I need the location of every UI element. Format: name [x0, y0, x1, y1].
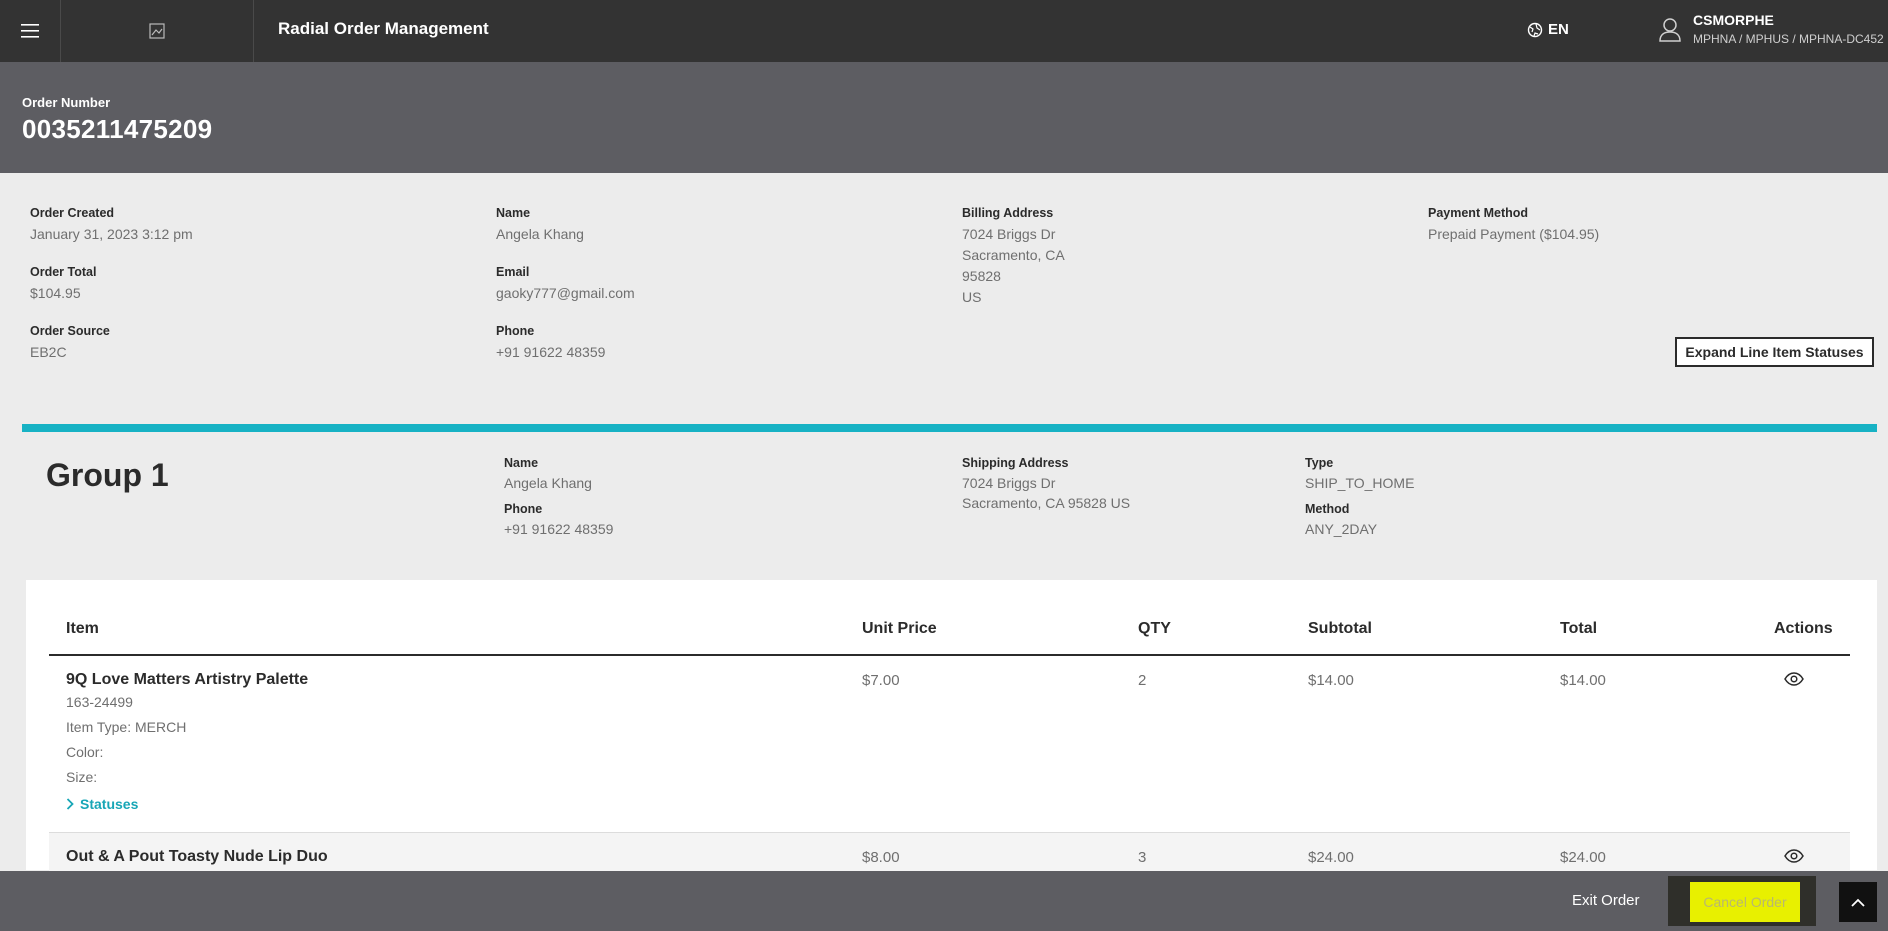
language-label: EN	[1548, 21, 1569, 38]
group-name-field: Name Angela Khang	[504, 456, 592, 493]
shipping-address-line1: 7024 Briggs Dr	[962, 475, 1056, 491]
group-title: Group 1	[46, 457, 169, 493]
language-selector[interactable]: EN	[1527, 21, 1569, 38]
line-item-unit-price: $8.00	[862, 849, 900, 866]
customer-name-field: Name Angela Khang	[496, 206, 584, 245]
customer-email-value: gaoky777@gmail.com	[496, 285, 635, 301]
shipping-address-line2: Sacramento, CA 95828 US	[962, 495, 1131, 511]
billing-address-line2: Sacramento, CA	[962, 247, 1065, 263]
group-phone-label: Phone	[504, 502, 543, 516]
order-total-field: Order Total $104.95	[30, 265, 96, 304]
shipping-address-label: Shipping Address	[962, 456, 1069, 470]
column-header-qty: QTY	[1138, 620, 1171, 637]
cancel-order-button[interactable]: Cancel Order	[1690, 882, 1800, 922]
order-number: 0035211475209	[22, 114, 213, 144]
line-item-size: Size:	[66, 769, 98, 785]
expand-line-item-statuses-button[interactable]: Expand Line Item Statuses	[1675, 337, 1874, 367]
billing-address-line4: US	[962, 289, 982, 305]
shipping-type-value: SHIP_TO_HOME	[1305, 475, 1415, 491]
menu-button[interactable]	[0, 0, 61, 62]
order-header: Order Number 0035211475209	[0, 62, 1888, 173]
shipping-address-field: Shipping Address 7024 Briggs Dr Sacramen…	[962, 456, 1130, 513]
shipping-method-value: ANY_2DAY	[1305, 521, 1378, 537]
line-item-sku: 163-24499	[66, 694, 133, 710]
logo[interactable]	[61, 0, 254, 62]
customer-phone-value: +91 91622 48359	[496, 344, 606, 360]
group-phone-value: +91 91622 48359	[504, 521, 614, 537]
payment-method-value: Prepaid Payment ($104.95)	[1428, 226, 1600, 242]
order-summary	[0, 173, 1888, 393]
chevron-right-icon	[66, 798, 74, 810]
order-source-field: Order Source EB2C	[30, 324, 110, 363]
shipping-method-label: Method	[1305, 502, 1350, 516]
order-number-label: Order Number	[22, 95, 111, 110]
statuses-toggle[interactable]: Statuses	[66, 796, 138, 812]
order-total-label: Order Total	[30, 265, 97, 279]
order-source-label: Order Source	[30, 324, 110, 338]
view-eye-icon[interactable]	[1784, 672, 1804, 686]
customer-phone-field: Phone +91 91622 48359	[496, 324, 605, 363]
group-name-value: Angela Khang	[504, 475, 592, 491]
payment-method-field: Payment Method Prepaid Payment ($104.95)	[1428, 206, 1599, 245]
line-item-qty: 3	[1138, 849, 1147, 866]
line-item-total: $24.00	[1560, 849, 1606, 866]
billing-address-line3: 95828	[962, 268, 1001, 284]
scroll-to-top-button[interactable]	[1839, 882, 1877, 922]
view-eye-icon[interactable]	[1784, 849, 1804, 863]
line-item-qty: 2	[1138, 672, 1147, 689]
line-item-color: Color:	[66, 744, 104, 760]
column-header-unit-price: Unit Price	[862, 620, 937, 637]
group-phone-field: Phone +91 91622 48359	[504, 502, 613, 539]
billing-address-line1: 7024 Briggs Dr	[962, 226, 1056, 242]
line-item-subtotal: $24.00	[1308, 849, 1354, 866]
shipping-type-field: Type SHIP_TO_HOME	[1305, 456, 1414, 493]
user-icon[interactable]	[1658, 17, 1682, 43]
line-item-name: 9Q Love Matters Artistry Palette	[66, 671, 309, 688]
top-navigation-bar: Radial Order Management EN CSMORPHE MPHN…	[0, 0, 1888, 62]
customer-name-value: Angela Khang	[496, 226, 584, 242]
shipping-type-label: Type	[1305, 456, 1334, 470]
globe-icon	[1527, 22, 1543, 37]
broken-image-icon	[149, 23, 165, 39]
line-item-total: $14.00	[1560, 672, 1606, 689]
order-total-value: $104.95	[30, 285, 81, 301]
hamburger-icon	[21, 24, 39, 38]
line-items-table	[26, 580, 1877, 870]
billing-address-label: Billing Address	[962, 206, 1054, 220]
line-item-name: Out & A Pout Toasty Nude Lip Duo	[66, 848, 328, 865]
customer-email-label: Email	[496, 265, 530, 279]
order-created-field: Order Created January 31, 2023 3:12 pm	[30, 206, 193, 245]
column-header-item: Item	[66, 620, 99, 637]
line-item-unit-price: $7.00	[862, 672, 900, 689]
statuses-label: Statuses	[80, 796, 139, 812]
customer-name-label: Name	[496, 206, 531, 220]
customer-phone-label: Phone	[496, 324, 535, 338]
column-header-total: Total	[1560, 620, 1598, 637]
group-name-label: Name	[504, 456, 539, 470]
table-header-divider	[49, 654, 1850, 656]
payment-method-label: Payment Method	[1428, 206, 1529, 220]
order-created-value: January 31, 2023 3:12 pm	[30, 226, 193, 242]
column-header-subtotal: Subtotal	[1308, 620, 1372, 637]
line-item-type: Item Type: MERCH	[66, 719, 187, 735]
customer-email-field: Email gaoky777@gmail.com	[496, 265, 635, 304]
column-header-actions: Actions	[1774, 620, 1833, 637]
shipping-method-field: Method ANY_2DAY	[1305, 502, 1377, 539]
order-source-value: EB2C	[30, 344, 67, 360]
exit-order-button[interactable]: Exit Order	[1572, 892, 1640, 909]
line-item-subtotal: $14.00	[1308, 672, 1354, 689]
user-organization: MPHNA / MPHUS / MPHNA-DC452	[1693, 32, 1884, 46]
chevron-up-icon	[1851, 898, 1865, 907]
user-name[interactable]: CSMORPHE	[1693, 12, 1774, 28]
order-created-label: Order Created	[30, 206, 115, 220]
billing-address-field: Billing Address 7024 Briggs Dr Sacrament…	[962, 206, 1065, 308]
app-title: Radial Order Management	[278, 19, 489, 38]
